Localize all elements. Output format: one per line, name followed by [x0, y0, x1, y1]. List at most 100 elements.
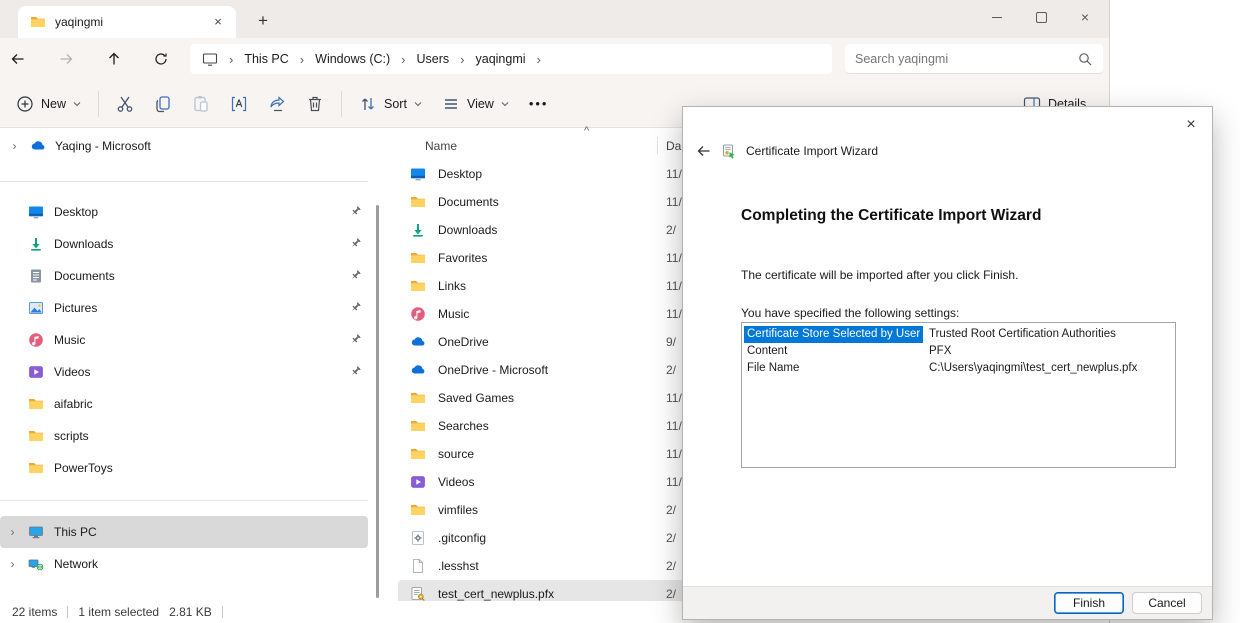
- setting-row-file-name[interactable]: File Name C:\Users\yaqingmi\test_cert_ne…: [744, 360, 1175, 377]
- setting-row-content[interactable]: Content PFX: [744, 343, 1175, 360]
- paste-icon: [191, 94, 211, 114]
- scissors-icon: [115, 94, 135, 114]
- file-name: Desktop: [438, 167, 482, 181]
- search-box[interactable]: [845, 44, 1103, 74]
- folder-icon: [410, 418, 426, 434]
- expand-chevron-icon[interactable]: ›: [6, 525, 19, 539]
- certificate-import-wizard-dialog: × Certificate Import Wizard Completing t…: [682, 106, 1213, 620]
- sidebar-item-label: Music: [54, 333, 85, 347]
- sidebar-item-pictures[interactable]: Pictures: [0, 292, 368, 324]
- setting-name: Content: [744, 343, 923, 360]
- downloads-icon: [410, 222, 426, 238]
- expand-chevron-icon[interactable]: ›: [8, 139, 21, 153]
- dialog-footer: Finish Cancel: [683, 586, 1212, 619]
- pin-icon: [349, 333, 362, 346]
- up-button[interactable]: [97, 42, 131, 76]
- setting-value: Trusted Root Certification Authorities: [923, 326, 1116, 343]
- file-name: Videos: [438, 475, 474, 489]
- file-name: Links: [438, 279, 466, 293]
- column-header-date[interactable]: Da: [666, 139, 681, 153]
- sidebar-item-downloads[interactable]: Downloads: [0, 228, 368, 260]
- onedrive-cloud-icon: [410, 362, 426, 378]
- sidebar-item-scripts[interactable]: scripts: [0, 420, 368, 452]
- breadcrumb-windows-c[interactable]: Windows (C:): [315, 52, 390, 66]
- arrow-up-icon: [106, 51, 122, 67]
- cut-button[interactable]: [106, 87, 144, 121]
- cancel-button[interactable]: Cancel: [1132, 592, 1202, 614]
- refresh-icon: [153, 51, 169, 67]
- setting-value: C:\Users\yaqingmi\test_cert_newplus.pfx: [923, 360, 1137, 377]
- sidebar-item-videos[interactable]: Videos: [0, 356, 368, 388]
- sidebar-item-desktop[interactable]: Desktop: [0, 196, 368, 228]
- copy-icon: [153, 94, 173, 114]
- sidebar-item-aifabric[interactable]: aifabric: [0, 388, 368, 420]
- folder-icon: [410, 390, 426, 406]
- more-options-button[interactable]: •••: [519, 87, 559, 121]
- sidebar-scrollbar[interactable]: [376, 205, 379, 598]
- toolbar-divider: [98, 91, 99, 117]
- window-close-button[interactable]: ×: [1063, 0, 1107, 34]
- item-count: 22 items: [12, 605, 57, 619]
- sidebar-item-documents[interactable]: Documents: [0, 260, 368, 292]
- sidebar-item-this-pc[interactable]: › This PC: [0, 516, 368, 548]
- new-button[interactable]: New: [6, 87, 91, 121]
- rename-button[interactable]: [220, 87, 258, 121]
- finish-button[interactable]: Finish: [1054, 592, 1124, 614]
- folder-icon: [410, 250, 426, 266]
- expand-chevron-icon[interactable]: ›: [6, 557, 19, 571]
- sort-ascending-icon: ^: [584, 125, 589, 137]
- search-input[interactable]: [855, 52, 1077, 66]
- sidebar-separator: [0, 500, 368, 501]
- sidebar-item-label: Pictures: [54, 301, 97, 315]
- file-name: Searches: [438, 419, 489, 433]
- file-name: .lesshst: [438, 559, 479, 573]
- sidebar-item-label: Network: [54, 557, 98, 571]
- share-button[interactable]: [258, 87, 296, 121]
- dialog-heading: Completing the Certificate Import Wizard: [741, 207, 1041, 225]
- breadcrumb-yaqingmi[interactable]: yaqingmi: [476, 52, 526, 66]
- file-icon: [410, 558, 426, 574]
- sidebar-item-powertoys[interactable]: PowerToys: [0, 452, 368, 484]
- new-tab-button[interactable]: +: [250, 9, 276, 33]
- back-button[interactable]: [1, 42, 35, 76]
- file-name: test_cert_newplus.pfx: [438, 587, 554, 601]
- sidebar-item-network[interactable]: › Network: [0, 548, 368, 580]
- settings-list[interactable]: Certificate Store Selected by User Trust…: [741, 322, 1176, 468]
- file-name: Music: [438, 307, 469, 321]
- breadcrumb-users[interactable]: Users: [417, 52, 450, 66]
- arrow-left-icon: [10, 51, 26, 67]
- paste-button[interactable]: [182, 87, 220, 121]
- dialog-close-icon[interactable]: ×: [1178, 112, 1204, 138]
- sidebar-item-onedrive-account[interactable]: › Yaqing - Microsoft: [0, 130, 390, 162]
- maximize-button[interactable]: [1019, 0, 1063, 34]
- view-button[interactable]: View: [432, 87, 519, 121]
- sidebar-item-music[interactable]: Music: [0, 324, 368, 356]
- breadcrumb-this-pc[interactable]: This PC: [244, 52, 288, 66]
- explorer-tab[interactable]: yaqingmi ×: [18, 6, 236, 38]
- chevron-down-icon: [500, 99, 510, 109]
- column-header-name[interactable]: Name: [425, 139, 457, 153]
- delete-button[interactable]: [296, 87, 334, 121]
- pin-icon: [349, 365, 362, 378]
- share-icon: [267, 94, 287, 114]
- setting-row-certificate-store[interactable]: Certificate Store Selected by User Trust…: [744, 326, 1175, 343]
- maximize-icon: [1036, 12, 1047, 23]
- folder-icon: [410, 446, 426, 462]
- dialog-body-text: The certificate will be imported after y…: [741, 268, 1018, 282]
- breadcrumb[interactable]: › This PC › Windows (C:) › Users › yaqin…: [190, 44, 832, 74]
- copy-button[interactable]: [144, 87, 182, 121]
- sort-button[interactable]: Sort: [349, 87, 432, 121]
- dialog-back-icon[interactable]: [696, 142, 712, 160]
- documents-icon: [28, 268, 44, 284]
- status-divider: [222, 606, 223, 618]
- chevron-right-icon: ›: [401, 53, 405, 66]
- tab-close-icon[interactable]: ×: [208, 12, 228, 32]
- file-name: Saved Games: [438, 391, 514, 405]
- plus-circle-icon: [15, 94, 35, 114]
- refresh-button[interactable]: [144, 42, 178, 76]
- forward-button[interactable]: [49, 42, 83, 76]
- videos-icon: [410, 474, 426, 490]
- file-name: source: [438, 447, 474, 461]
- minimize-button[interactable]: [975, 0, 1019, 34]
- column-divider[interactable]: [657, 137, 658, 154]
